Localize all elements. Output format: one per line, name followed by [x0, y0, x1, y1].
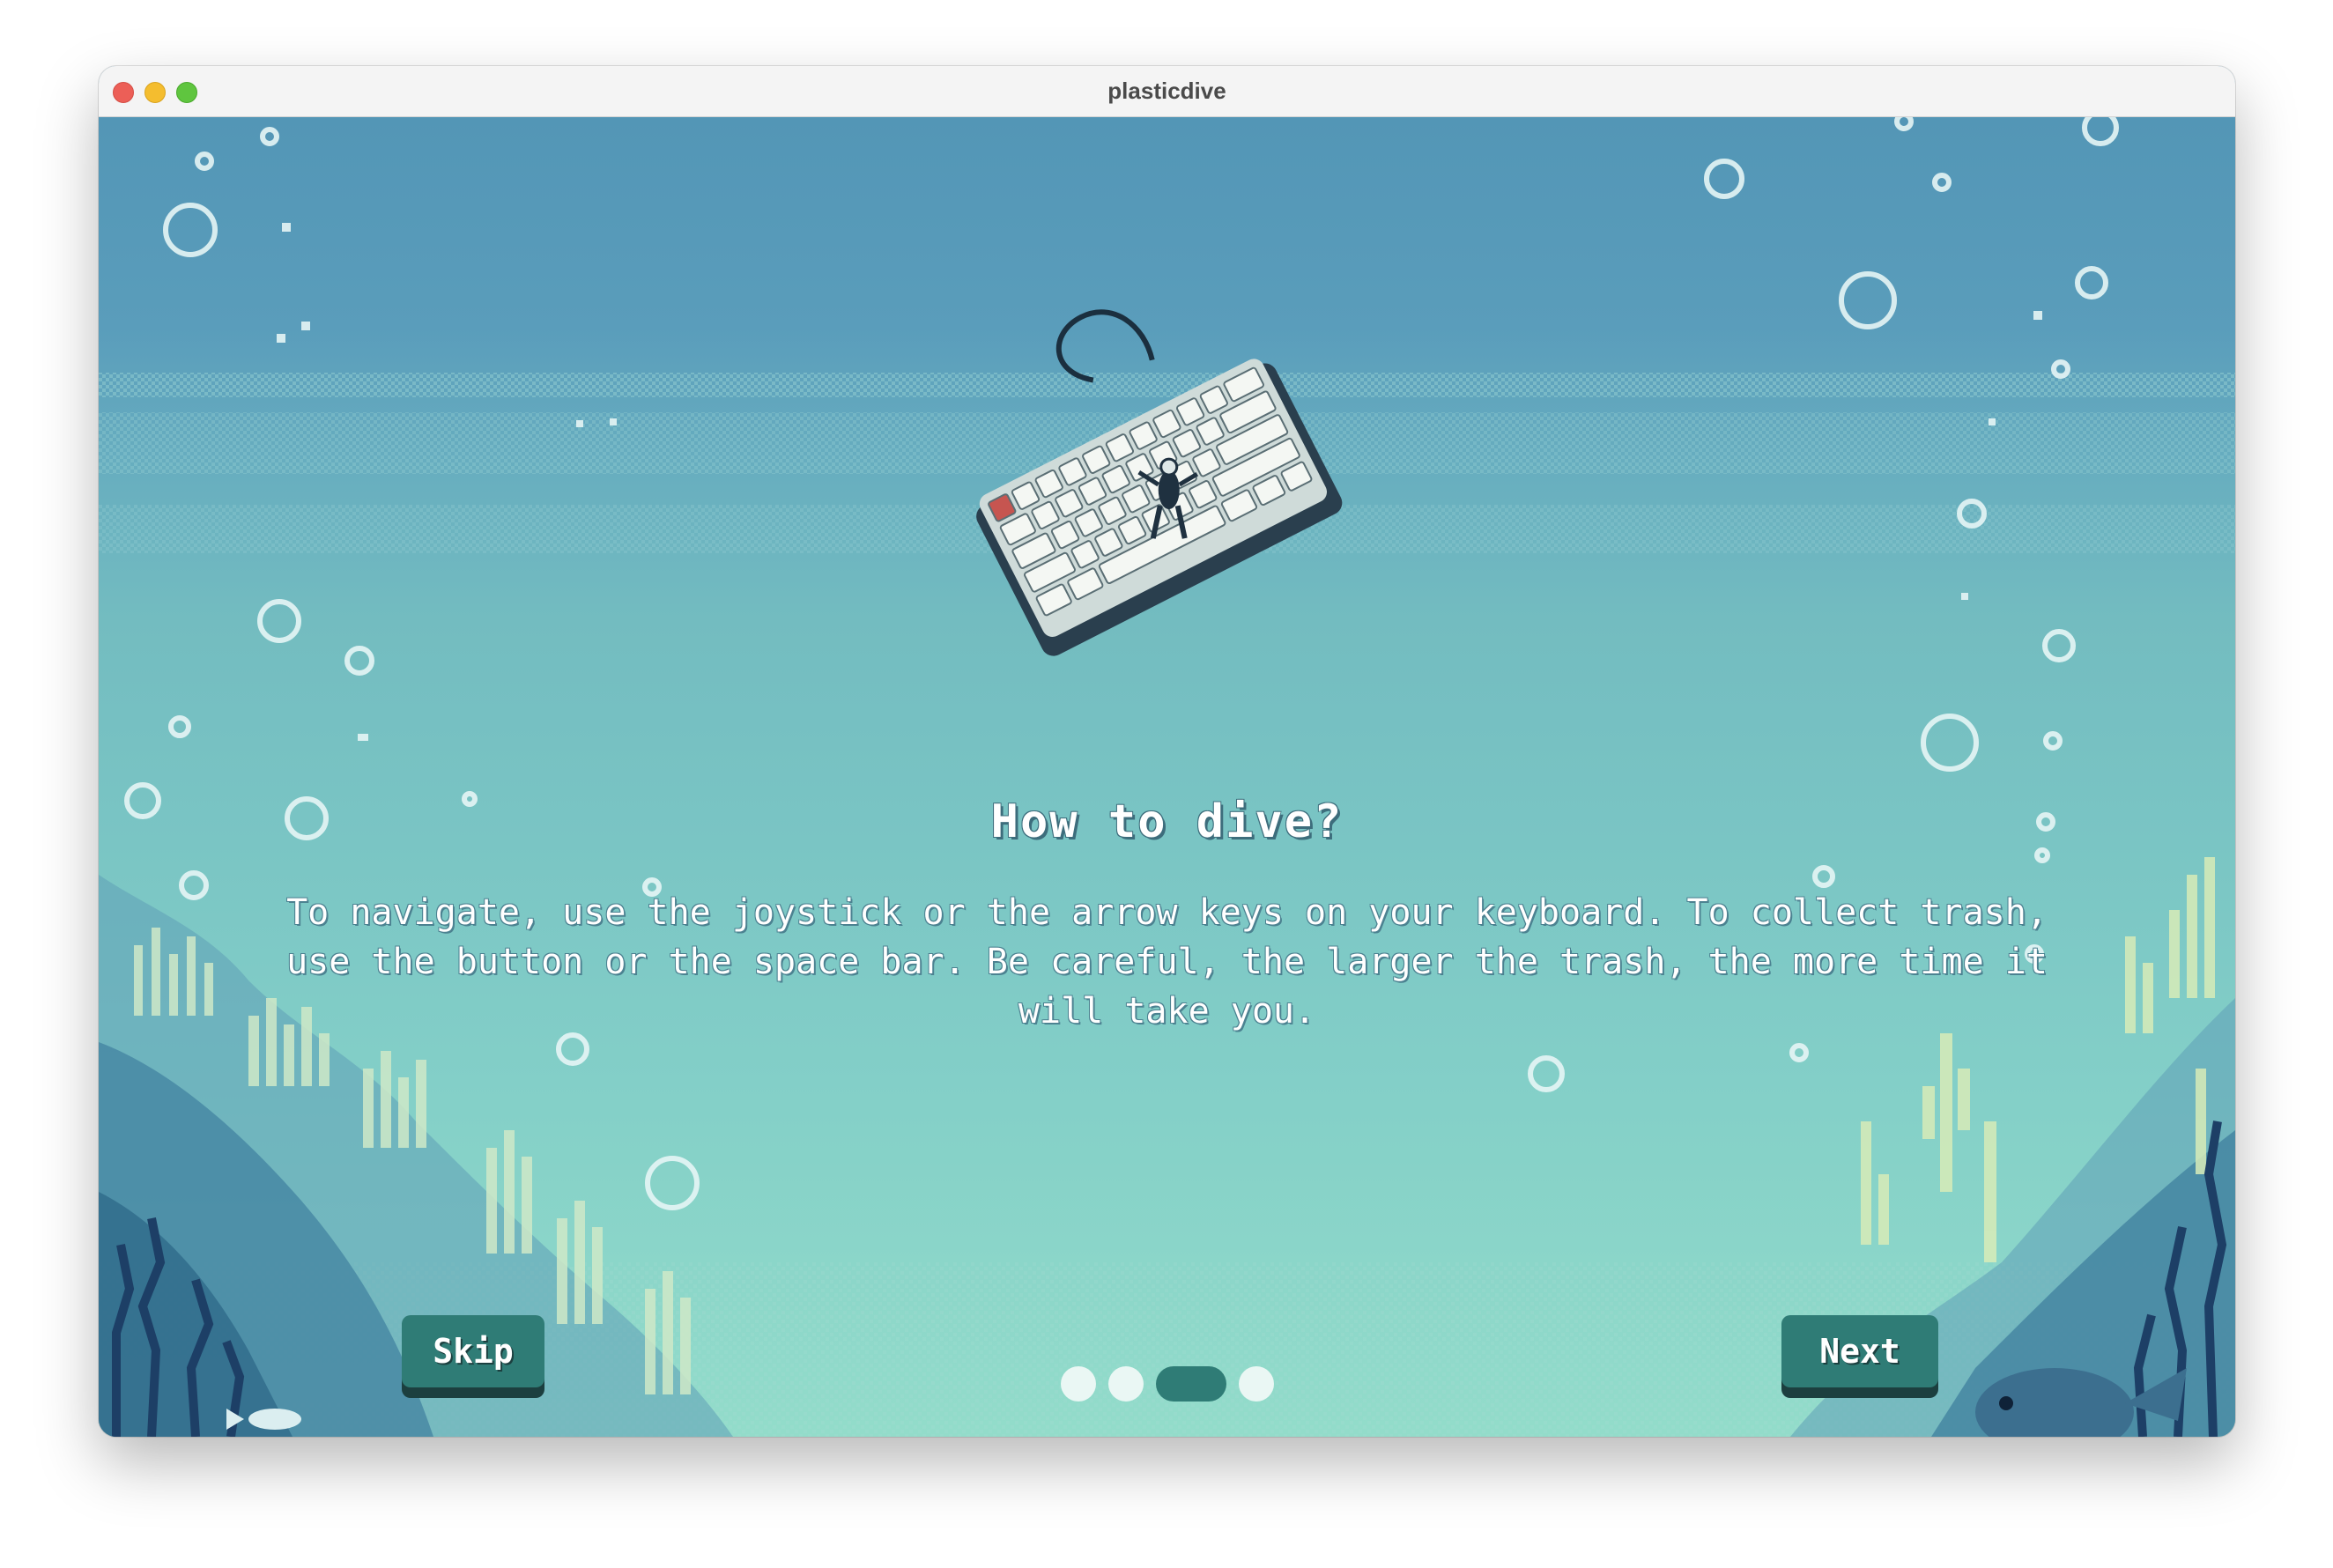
- bubbles: [124, 117, 2119, 1210]
- page-dot-4[interactable]: [1238, 1366, 1274, 1402]
- game-screen: How to dive? To navigate, use the joysti…: [99, 117, 2235, 1437]
- onboarding-instructions: To navigate, use the joystick or the arr…: [286, 892, 2048, 1032]
- maximize-window-button[interactable]: [176, 82, 197, 103]
- pagination-dots: [99, 1366, 2235, 1402]
- page-dot-3-active[interactable]: [1155, 1366, 1226, 1402]
- window-title: plasticdive: [1107, 78, 1226, 104]
- underwater-background: [99, 117, 2235, 1437]
- title-bar: plasticdive: [99, 66, 2235, 117]
- app-window: plasticdive How to dive? To navigate, us…: [99, 66, 2235, 1437]
- onboarding-heading: How to dive?: [990, 795, 1344, 848]
- page-dot-2[interactable]: [1107, 1366, 1144, 1402]
- close-window-button[interactable]: [113, 82, 134, 103]
- desktop: plasticdive How to dive? To navigate, us…: [0, 0, 2333, 1568]
- page-dot-1[interactable]: [1060, 1366, 1096, 1402]
- minimize-window-button[interactable]: [144, 82, 166, 103]
